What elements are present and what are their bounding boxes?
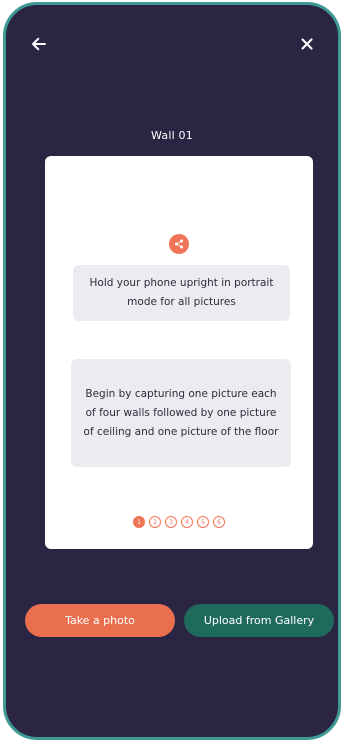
tip-primary-text: Hold your phone upright in portrait mode…: [89, 277, 274, 308]
step-dot-4[interactable]: 4: [181, 516, 193, 528]
close-button[interactable]: [294, 31, 320, 57]
take-photo-button[interactable]: Take a photo: [25, 604, 175, 637]
page-title: Wall 01: [151, 129, 193, 142]
share-icon: [175, 239, 183, 249]
step-dot-6[interactable]: 6: [213, 516, 225, 528]
step-dot-3[interactable]: 3: [165, 516, 177, 528]
instruction-card: Hold your phone upright in portrait mode…: [45, 156, 313, 549]
tip-primary: Hold your phone upright in portrait mode…: [73, 265, 290, 321]
step-indicator: 1 2 3 4 5 6: [45, 516, 313, 528]
tip-secondary: Begin by capturing one picture each of f…: [71, 359, 291, 467]
phone-screen: Wall 01 Hold your phone upright in portr…: [3, 2, 341, 740]
step-dot-2[interactable]: 2: [149, 516, 161, 528]
step-dot-1[interactable]: 1: [133, 516, 145, 528]
tip-secondary-text: Begin by capturing one picture each of f…: [83, 387, 279, 438]
close-icon: [301, 38, 313, 50]
upload-gallery-button[interactable]: Upload from Gallery: [184, 604, 334, 637]
step-dot-5[interactable]: 5: [197, 516, 209, 528]
arrow-left-icon: [32, 37, 46, 51]
share-badge: [169, 234, 189, 254]
back-button[interactable]: [26, 31, 52, 57]
